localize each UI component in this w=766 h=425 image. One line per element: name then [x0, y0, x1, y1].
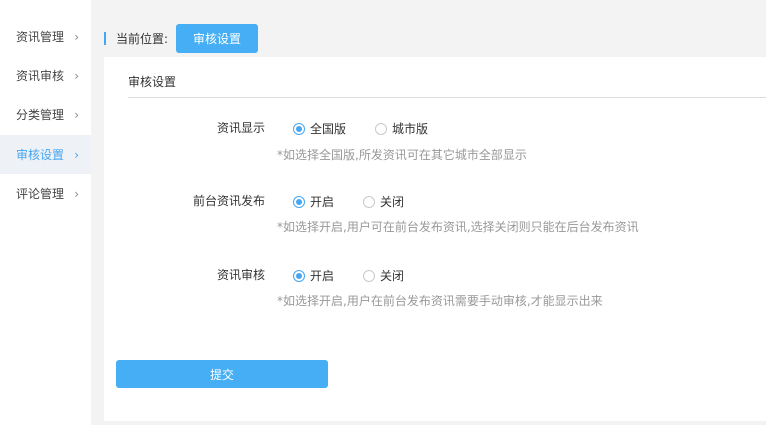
sidebar: 资讯管理 › 资讯审核 › 分类管理 › 审核设置 › 评论管理 › [0, 0, 91, 425]
chevron-right-icon: › [74, 29, 79, 44]
breadcrumb: 当前位置: 审核设置 [104, 24, 259, 53]
submit-button[interactable]: 提交 [116, 360, 328, 388]
panel-title: 审核设置 [128, 75, 177, 89]
breadcrumb-prefix: 当前位置: [116, 32, 169, 46]
radio-frontend-publish-off[interactable]: 关闭 [363, 193, 404, 210]
chevron-right-icon: › [74, 147, 79, 162]
radio-label: 全国版 [310, 122, 347, 136]
radio-checked-icon [293, 122, 305, 135]
sidebar-item-news-management[interactable]: 资讯管理 › [0, 17, 91, 56]
sidebar-item-review-settings[interactable]: 审核设置 › [0, 135, 91, 174]
chevron-right-icon: › [74, 186, 79, 201]
breadcrumb-current-button[interactable]: 审核设置 [176, 24, 259, 53]
radio-label: 关闭 [380, 269, 405, 283]
sidebar-item-label: 资讯审核 [16, 69, 65, 83]
panel-divider [128, 97, 766, 98]
setting-label-news-display: 资讯显示 [216, 121, 265, 135]
setting-label-frontend-publish: 前台资讯发布 [192, 194, 265, 208]
radio-checked-icon [293, 269, 305, 282]
radio-label: 开启 [310, 269, 335, 283]
settings-panel: 审核设置 资讯显示 全国版 城市版 *如选择全国版,所发资讯可在其它城市全部显示… [104, 57, 766, 421]
radio-news-display-city[interactable]: 城市版 [375, 120, 428, 137]
radio-unchecked-icon [375, 122, 387, 135]
radio-label: 关闭 [380, 195, 405, 209]
sidebar-item-category-management[interactable]: 分类管理 › [0, 95, 91, 134]
radio-unchecked-icon [363, 195, 375, 208]
breadcrumb-marker [104, 32, 106, 45]
radio-checked-icon [293, 195, 305, 208]
sidebar-item-label: 审核设置 [16, 148, 65, 162]
radio-news-review-off[interactable]: 关闭 [363, 267, 404, 284]
radio-label: 城市版 [392, 122, 429, 136]
sidebar-item-label: 评论管理 [16, 187, 65, 201]
radio-frontend-publish-on[interactable]: 开启 [293, 193, 334, 210]
radio-unchecked-icon [363, 269, 375, 282]
setting-label-news-review: 资讯审核 [216, 268, 265, 282]
setting-hint: *如选择开启,用户在前台发布资讯需要手动审核,才能显示出来 [277, 294, 603, 308]
setting-hint: *如选择全国版,所发资讯可在其它城市全部显示 [277, 148, 527, 162]
radio-news-display-national[interactable]: 全国版 [293, 120, 346, 137]
radio-label: 开启 [310, 195, 335, 209]
sidebar-item-label: 资讯管理 [16, 30, 65, 44]
radio-news-review-on[interactable]: 开启 [293, 267, 334, 284]
sidebar-item-news-review[interactable]: 资讯审核 › [0, 56, 91, 95]
sidebar-item-comment-management[interactable]: 评论管理 › [0, 174, 91, 213]
chevron-right-icon: › [74, 107, 79, 122]
chevron-right-icon: › [74, 68, 79, 83]
sidebar-item-label: 分类管理 [16, 108, 65, 122]
setting-hint: *如选择开启,用户可在前台发布资讯,选择关闭则只能在后台发布资讯 [277, 220, 639, 234]
